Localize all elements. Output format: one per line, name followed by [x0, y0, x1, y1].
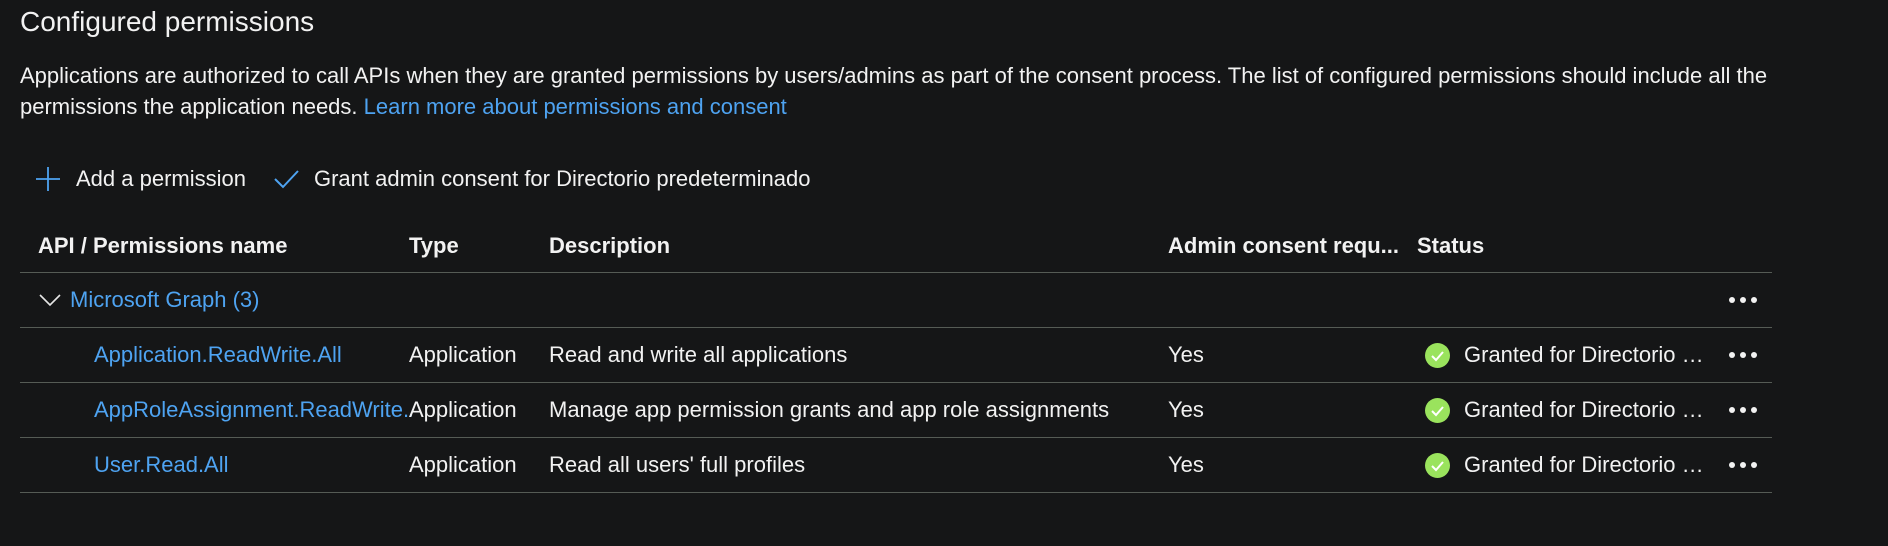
admin-consent-value: Yes — [1168, 397, 1204, 422]
status-cell: Granted for Directorio p... — [1425, 452, 1704, 478]
column-header-status[interactable]: Status — [1417, 233, 1484, 259]
table-header: API / Permissions name Type Description … — [20, 220, 1772, 273]
column-header-admin-consent[interactable]: Admin consent requ... — [1168, 233, 1399, 259]
success-check-icon — [1425, 452, 1450, 478]
page-description: Applications are authorized to call APIs… — [20, 60, 1780, 122]
admin-consent-value: Yes — [1168, 342, 1204, 367]
permission-name-link[interactable]: AppRoleAssignment.ReadWrite.All — [94, 397, 412, 423]
success-check-icon — [1425, 342, 1450, 368]
page-title: Configured permissions — [20, 6, 315, 37]
column-header-api-name[interactable]: API / Permissions name — [38, 233, 287, 259]
more-options-icon[interactable] — [1726, 285, 1760, 315]
status-text: Granted for Directorio p... — [1464, 397, 1704, 422]
toolbar: Add a permission Grant admin consent for… — [34, 160, 836, 198]
learn-more-link[interactable]: Learn more about permissions and consent — [364, 94, 787, 119]
permission-type: Application — [409, 452, 517, 477]
permission-type: Application — [409, 342, 517, 367]
group-toggle[interactable]: Microsoft Graph (3) — [38, 287, 260, 313]
table-row: User.Read.All Application Read all users… — [20, 438, 1772, 493]
configured-permissions-page: Configured permissions Applications are … — [0, 0, 1888, 546]
status-text: Granted for Directorio p... — [1464, 452, 1704, 477]
grant-admin-consent-label: Grant admin consent for Directorio prede… — [313, 166, 811, 191]
permission-description: Manage app permission grants and app rol… — [549, 397, 1110, 422]
success-check-icon — [1425, 397, 1450, 423]
status-cell: Granted for Directorio p... — [1425, 342, 1704, 368]
table-row: Application.ReadWrite.All Application Re… — [20, 328, 1772, 383]
more-options-icon[interactable] — [1726, 340, 1760, 370]
more-options-icon[interactable] — [1726, 395, 1760, 425]
description-text: Applications are authorized to call APIs… — [20, 63, 1768, 119]
permissions-table: API / Permissions name Type Description … — [20, 220, 1772, 493]
add-permission-button[interactable]: Add a permission — [34, 165, 246, 193]
table-row: AppRoleAssignment.ReadWrite.All Applicat… — [20, 383, 1772, 438]
chevron-down-icon[interactable] — [38, 288, 62, 312]
group-row-microsoft-graph: Microsoft Graph (3) — [20, 273, 1772, 328]
permission-type: Application — [409, 397, 517, 422]
grant-admin-consent-button[interactable]: Grant admin consent for Directorio prede… — [272, 165, 810, 193]
group-label[interactable]: Microsoft Graph (3) — [70, 287, 260, 313]
permission-description: Read and write all applications — [549, 342, 848, 367]
column-header-description[interactable]: Description — [549, 233, 670, 259]
status-text: Granted for Directorio p... — [1464, 342, 1704, 367]
permission-description: Read all users' full profiles — [549, 452, 806, 477]
checkmark-icon — [272, 165, 300, 193]
status-cell: Granted for Directorio p... — [1425, 397, 1704, 423]
more-options-icon[interactable] — [1726, 450, 1760, 480]
permission-name-link[interactable]: User.Read.All — [94, 452, 412, 478]
column-header-type[interactable]: Type — [409, 233, 459, 259]
permission-name-link[interactable]: Application.ReadWrite.All — [94, 342, 412, 368]
plus-icon — [34, 165, 62, 193]
add-permission-label: Add a permission — [76, 166, 246, 191]
admin-consent-value: Yes — [1168, 452, 1204, 477]
